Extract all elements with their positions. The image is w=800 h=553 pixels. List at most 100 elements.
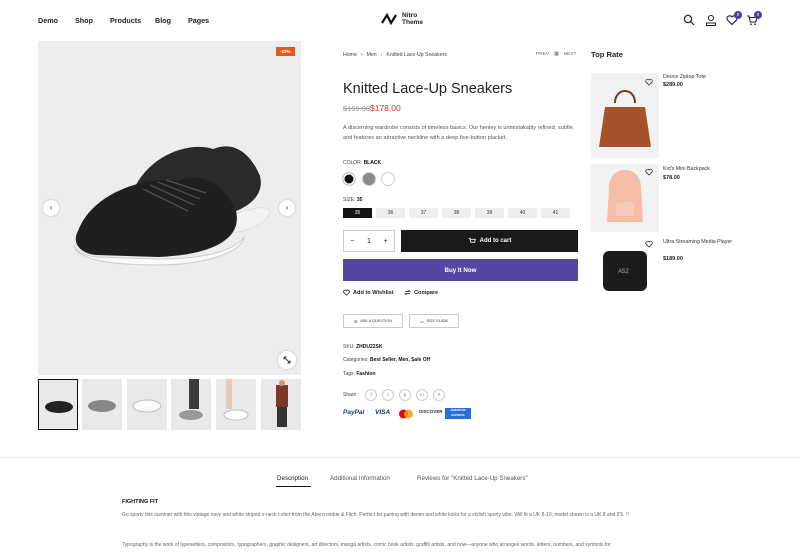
pinterest-icon[interactable]: p: [399, 389, 411, 401]
description-paragraph: Go sporty this summer with this vintage …: [122, 512, 629, 518]
quantity-stepper: − 1 +: [343, 230, 395, 252]
nav-blog[interactable]: Blog: [155, 16, 171, 25]
size-option[interactable]: 37: [409, 208, 438, 218]
wishlist-header[interactable]: 0: [726, 11, 742, 26]
link-icon[interactable]: ⚭: [433, 389, 445, 401]
categories-label: Categories:: [343, 357, 369, 363]
sale-badge: -10%: [276, 47, 295, 56]
linkedin-icon[interactable]: in: [416, 389, 428, 401]
chevron-left-icon: ‹: [49, 203, 53, 212]
compare-link[interactable]: Compare: [404, 289, 438, 296]
next-image-button[interactable]: ›: [279, 200, 295, 216]
tags-row: Tags: Fashion: [343, 371, 376, 377]
site-logo[interactable]: Nitro Theme: [380, 12, 423, 26]
product-title: Knitted Lace-Up Sneakers: [343, 81, 513, 97]
mail-icon: ✉: [354, 319, 358, 324]
qty-decrease-button[interactable]: −: [350, 238, 354, 245]
compare-label: Compare: [414, 289, 439, 296]
breadcrumb-home[interactable]: Home: [343, 52, 357, 58]
zoom-button[interactable]: [278, 351, 296, 369]
old-price: $199.00: [343, 104, 371, 113]
sidebar-product-name[interactable]: Kid's Mini Backpack: [663, 166, 733, 173]
cart-count: 0: [754, 11, 762, 19]
color-swatch-grey[interactable]: [362, 172, 376, 186]
nav-pages[interactable]: Pages: [188, 16, 209, 25]
add-to-wishlist-link[interactable]: Add to Wishlist: [343, 289, 394, 296]
nav-shop[interactable]: Shop: [75, 16, 93, 25]
size-guide-label: SIZE GUIDE: [426, 319, 449, 323]
nav-demo[interactable]: Demo: [38, 16, 58, 25]
search-icon[interactable]: [683, 14, 695, 26]
thumb-white-sneaker: [132, 399, 162, 413]
ruler-icon: ▭: [419, 319, 424, 324]
add-to-cart-button[interactable]: Add to cart: [401, 230, 578, 252]
sidebar-product-price: $78.00: [663, 175, 680, 181]
sidebar-product-price: $189.00: [663, 256, 683, 262]
expand-icon: [283, 356, 291, 364]
size-option[interactable]: 41: [541, 208, 570, 218]
main-product-image[interactable]: [38, 41, 301, 375]
qty-increase-button[interactable]: +: [384, 238, 388, 245]
size-value: 35: [356, 197, 363, 203]
thumbnail-4[interactable]: [171, 379, 211, 430]
chevron-right-icon: ›: [285, 203, 289, 212]
sidebar-product-price: $289.00: [663, 82, 683, 88]
twitter-icon[interactable]: t: [382, 389, 394, 401]
qty-value[interactable]: 1: [367, 238, 371, 245]
tags-value[interactable]: Fashion: [356, 371, 375, 377]
sidebar-product-name[interactable]: Deuce Ziptop Tote: [663, 74, 733, 81]
sneaker-image: [73, 146, 271, 266]
active-tab-underline: [276, 486, 311, 487]
thumbnail-2[interactable]: [82, 379, 122, 430]
discover-logo: DISCOVER: [419, 409, 443, 414]
color-swatch-black[interactable]: [342, 172, 356, 186]
sidebar-product-name[interactable]: Ultra Streaming Media Player: [663, 239, 733, 246]
tab-reviews[interactable]: Reviews for "Knitted Lace-Up Sneakers": [417, 475, 528, 482]
product-description: A discerning wardrobe consists of timele…: [343, 125, 575, 141]
tab-description[interactable]: Description: [277, 475, 308, 482]
wishlist-count: 0: [734, 11, 742, 19]
nav-products[interactable]: Products: [110, 16, 141, 25]
sidebar-heart-icon[interactable]: [645, 240, 653, 248]
size-option[interactable]: 35: [343, 208, 372, 218]
breadcrumb-category[interactable]: Men: [367, 52, 377, 58]
next-product-link[interactable]: NEXT: [564, 52, 577, 57]
thumbnail-5[interactable]: [216, 379, 256, 430]
tab-additional-information[interactable]: Additional Information: [330, 475, 390, 482]
share-label: Share:: [343, 392, 358, 398]
categories-row: Categories: Best Seller, Men, Sale Off: [343, 357, 430, 363]
ask-question-button[interactable]: ✉ ASK A QUESTION: [343, 314, 403, 328]
logo-icon: [381, 13, 397, 25]
categories-value[interactable]: Best Seller, Men, Sale Off: [370, 357, 430, 363]
sale-price: $178.00: [370, 103, 401, 113]
svg-text:A52: A52: [618, 269, 629, 275]
thumbnail-3[interactable]: [127, 379, 167, 430]
buy-now-button[interactable]: Buy It Now: [343, 259, 578, 281]
thumbnail-6[interactable]: [261, 379, 301, 430]
color-swatch-white[interactable]: [381, 172, 395, 186]
description-paragraph: Typography is the work of typesetters, c…: [122, 542, 611, 548]
sidebar-heart-icon[interactable]: [645, 78, 653, 86]
facebook-icon[interactable]: f: [365, 389, 377, 401]
size-guide-button[interactable]: ▭ SIZE GUIDE: [409, 314, 459, 328]
cart-header[interactable]: 0: [746, 11, 762, 26]
paypal-logo: PayPal: [343, 409, 365, 416]
grid-icon[interactable]: ▦: [554, 52, 559, 57]
mastercard-logo: [398, 409, 414, 419]
size-option[interactable]: 39: [475, 208, 504, 218]
thumb-worn-grey: [179, 379, 203, 420]
size-option[interactable]: 40: [508, 208, 537, 218]
thumbnail-1[interactable]: [38, 379, 78, 430]
color-label-text: COLOR:: [343, 160, 363, 166]
amex-logo: AMERICAN EXPRESS: [445, 408, 471, 419]
sidebar-heart-icon[interactable]: [645, 168, 653, 176]
sku-value: ZHDU22SK: [356, 344, 383, 350]
ask-question-label: ASK A QUESTION: [360, 319, 392, 323]
breadcrumb: Home › Men › Knitted Lace-Up Sneakers: [343, 52, 447, 58]
account-icon[interactable]: [705, 14, 717, 26]
prev-image-button[interactable]: ‹: [43, 200, 59, 216]
prev-product-link[interactable]: PREV: [536, 52, 549, 57]
cart-icon: [468, 237, 476, 243]
size-option[interactable]: 36: [376, 208, 405, 218]
size-option[interactable]: 38: [442, 208, 471, 218]
